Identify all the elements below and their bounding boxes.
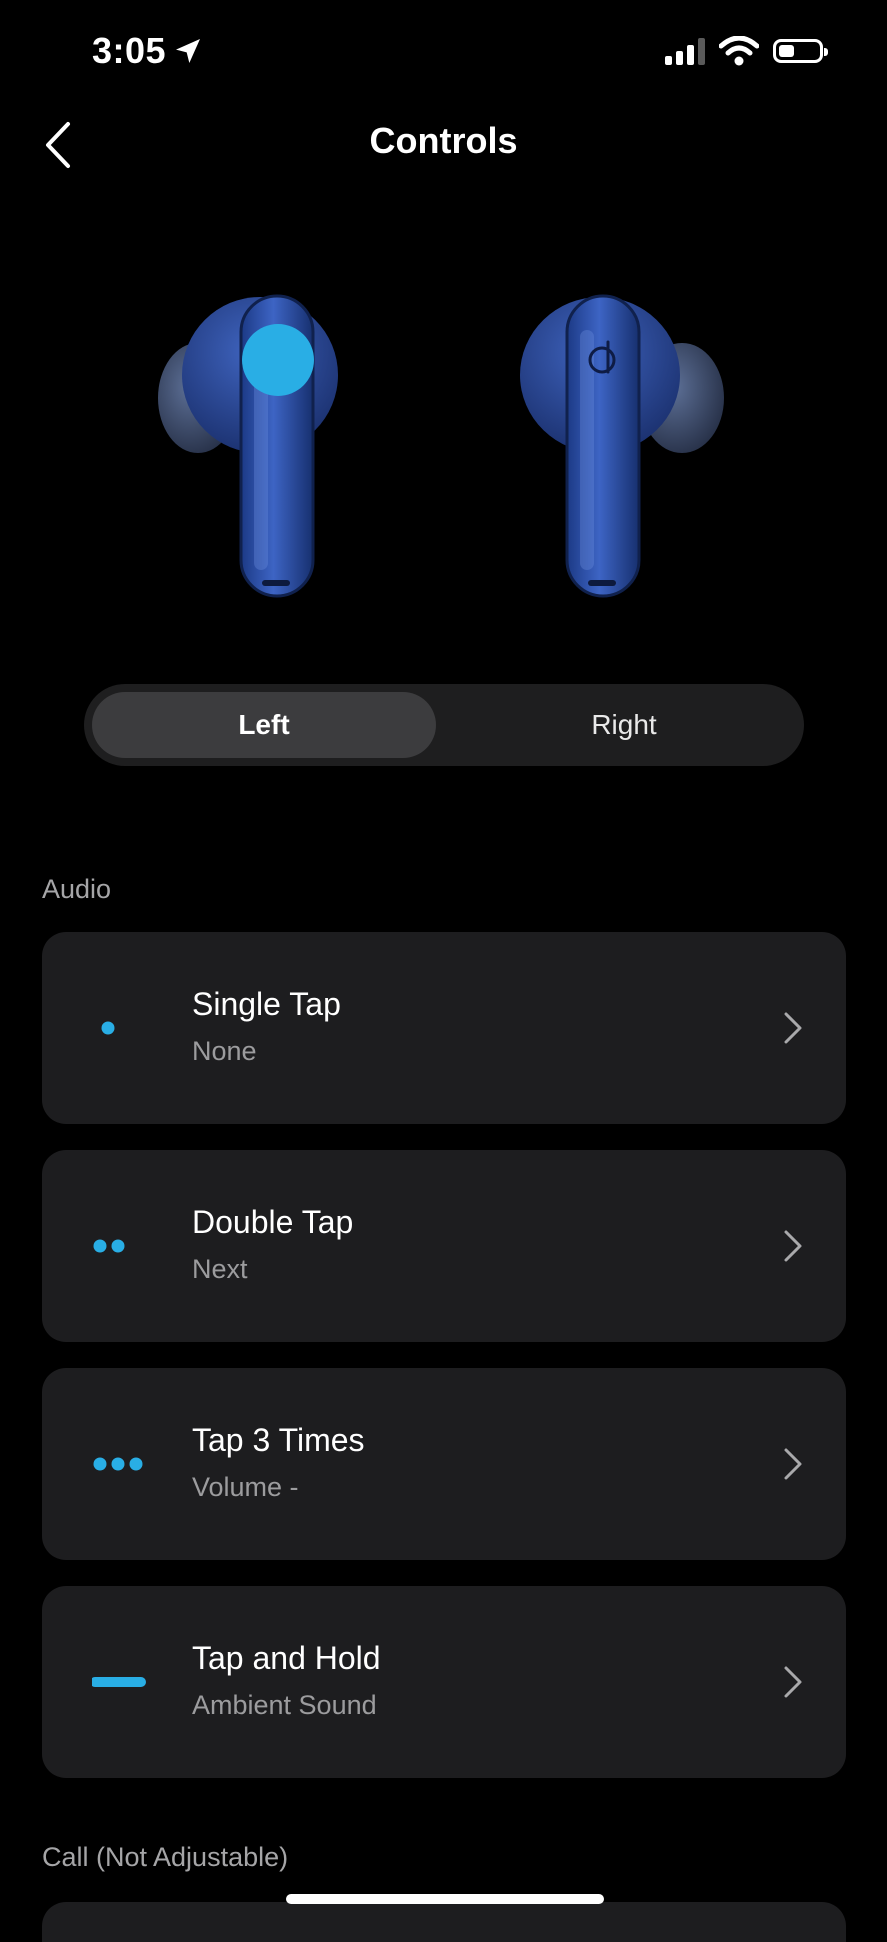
- control-row-single-tap[interactable]: Single Tap None: [42, 932, 846, 1124]
- section-label-audio: Audio: [42, 874, 112, 904]
- call-card-partial[interactable]: [42, 1902, 846, 1942]
- left-earbud: [158, 294, 338, 598]
- tab-left[interactable]: Left: [92, 692, 436, 758]
- right-earbud: [520, 294, 724, 598]
- control-value: Ambient Sound: [192, 1690, 377, 1720]
- cellular-signal-icon: [665, 37, 705, 65]
- control-row-double-tap[interactable]: Double Tap Next: [42, 1150, 846, 1342]
- control-title: Double Tap: [192, 1204, 354, 1240]
- chevron-right-icon: [784, 1666, 802, 1698]
- status-bar: 3:05: [0, 0, 887, 110]
- control-row-tap-3-times[interactable]: Tap 3 Times Volume -: [42, 1368, 846, 1560]
- battery-icon: [773, 39, 828, 63]
- chevron-right-icon: [784, 1230, 802, 1262]
- control-title: Tap 3 Times: [192, 1422, 365, 1458]
- control-value: Next: [192, 1254, 248, 1284]
- location-arrow-icon: [176, 39, 201, 63]
- page-title: Controls: [369, 120, 518, 161]
- control-title: Single Tap: [192, 986, 341, 1022]
- battery-fill: [779, 45, 794, 57]
- side-selector: Left Right: [84, 684, 804, 766]
- triple-dot-icon: [93, 1457, 143, 1471]
- status-time: 3:05: [92, 30, 204, 72]
- control-row-tap-and-hold[interactable]: Tap and Hold Ambient Sound: [42, 1586, 846, 1778]
- tab-right[interactable]: Right: [452, 692, 796, 758]
- status-time-text: 3:05: [92, 30, 167, 71]
- section-label-call: Call (Not Adjustable): [42, 1842, 289, 1872]
- control-value: Volume -: [192, 1472, 299, 1502]
- chevron-right-icon: [784, 1448, 802, 1480]
- control-value: None: [192, 1036, 257, 1066]
- status-icons: [665, 36, 828, 66]
- home-indicator[interactable]: [286, 1894, 604, 1904]
- tap-zone-indicator: [242, 324, 314, 396]
- single-dot-icon: [101, 1021, 115, 1035]
- earbuds-illustration: [158, 294, 724, 598]
- double-dot-icon: [93, 1239, 125, 1253]
- wifi-icon: [719, 36, 759, 66]
- chevron-right-icon: [784, 1012, 802, 1044]
- nav-bar: Controls: [0, 110, 887, 180]
- control-title: Tap and Hold: [192, 1640, 381, 1676]
- hold-bar-icon: [92, 1677, 146, 1687]
